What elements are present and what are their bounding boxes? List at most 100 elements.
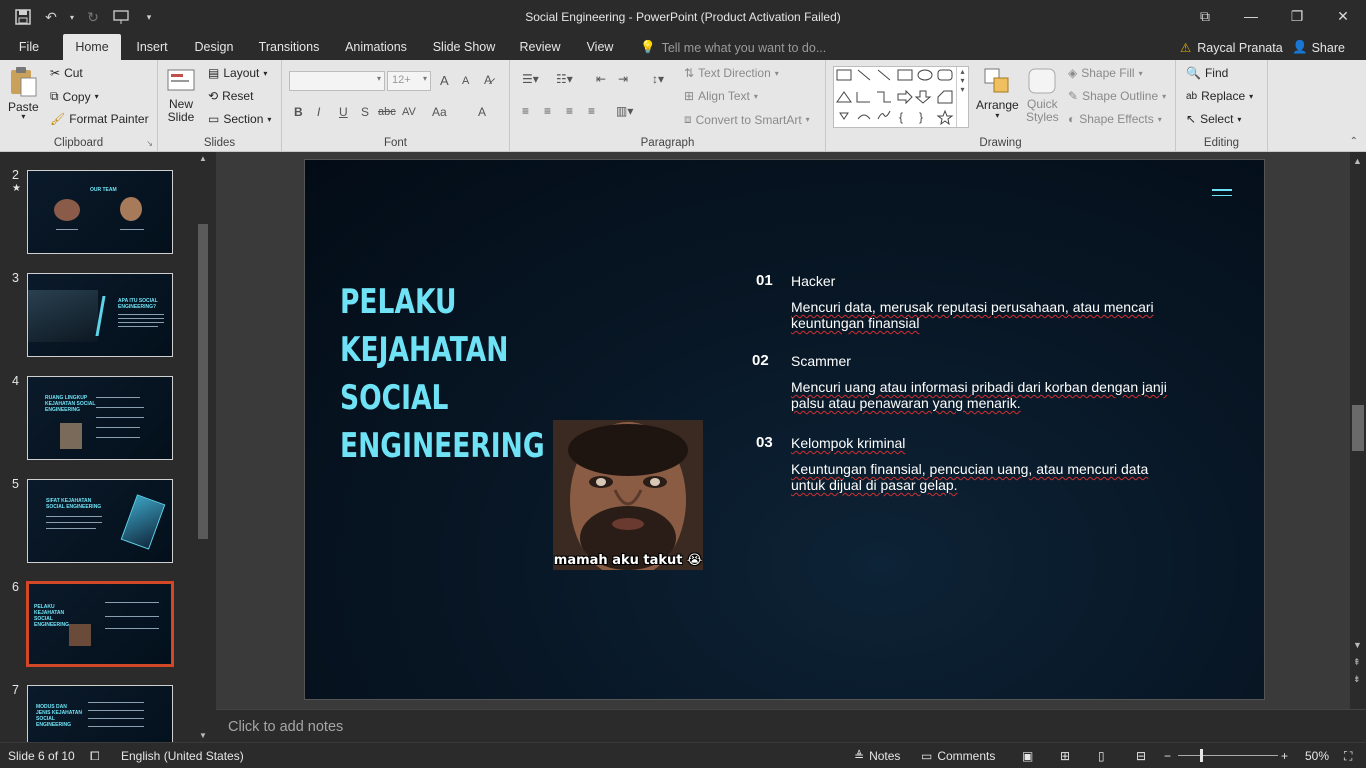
notes-pane[interactable]: Click to add notes: [216, 709, 1366, 742]
slide-thumbnail-5[interactable]: SIFAT KEJAHATAN SOCIAL ENGINEERING: [27, 479, 173, 563]
next-slide-icon[interactable]: ⇟: [1353, 674, 1361, 685]
zoom-slider[interactable]: [1178, 755, 1278, 756]
columns-icon[interactable]: ▥▾: [616, 104, 633, 118]
tell-me-box[interactable]: 💡 Tell me what you want to do...: [640, 40, 826, 55]
scroll-up-icon[interactable]: ▲: [199, 154, 207, 163]
numbering-icon[interactable]: ☷▾: [556, 72, 573, 86]
collapse-ribbon-icon[interactable]: ⌃: [1350, 136, 1358, 147]
scroll-up-icon[interactable]: ▲: [1353, 156, 1362, 166]
ribbon-display-options-icon[interactable]: ⧉: [1182, 0, 1228, 32]
item-description[interactable]: Mencuri uang atau informasi pribadi dari…: [791, 379, 1181, 411]
font-color-button[interactable]: A: [478, 105, 486, 119]
previous-slide-icon[interactable]: ⇞: [1353, 657, 1361, 668]
thumbnails-scrollbar[interactable]: ▲ ▼: [197, 152, 209, 742]
find-button[interactable]: 🔍 Find: [1186, 66, 1228, 80]
shapes-gallery[interactable]: {} ▴ ▾ ▾: [833, 66, 969, 128]
shapes-more-icon[interactable]: ▴ ▾ ▾: [956, 67, 968, 127]
slide-scrollbar[interactable]: ▲ ▼ ⇞ ⇟: [1350, 152, 1366, 709]
format-painter-button[interactable]: 🖌 Format Painter: [50, 112, 149, 126]
tab-view[interactable]: View: [582, 34, 618, 60]
select-button[interactable]: ↖ Select ▾: [1186, 112, 1241, 126]
slide-thumbnail-2[interactable]: OUR TEAM: [27, 170, 173, 254]
character-spacing-button[interactable]: AV: [402, 106, 416, 118]
bullets-icon[interactable]: ☰▾: [522, 72, 539, 86]
grow-font-button[interactable]: A: [440, 73, 449, 88]
increase-indent-icon[interactable]: ⇥: [618, 72, 628, 86]
underline-button[interactable]: U: [339, 105, 348, 119]
reset-button[interactable]: ⟲ Reset: [208, 89, 253, 103]
strikethrough-button[interactable]: abc: [378, 106, 396, 118]
text-shadow-button[interactable]: S: [361, 105, 369, 119]
item-description[interactable]: Mencuri data, merusak reputasi perusahaa…: [791, 299, 1181, 331]
convert-smartart-button[interactable]: ⧈ Convert to SmartArt ▾: [684, 112, 810, 127]
decrease-indent-icon[interactable]: ⇤: [596, 72, 606, 86]
tab-transitions[interactable]: Transitions: [256, 34, 322, 60]
share-button[interactable]: 👤 Share: [1292, 40, 1345, 55]
new-slide-button[interactable]: New Slide: [166, 66, 196, 124]
zoom-level[interactable]: 50%: [1305, 749, 1329, 763]
item-title[interactable]: Hacker: [791, 273, 835, 289]
item-description[interactable]: Keuntungan finansial, pencucian uang, at…: [791, 461, 1181, 493]
slide-sorter-icon[interactable]: ⊞: [1060, 749, 1070, 763]
zoom-out-icon[interactable]: −: [1164, 749, 1171, 763]
cut-button[interactable]: ✂ Cut: [50, 66, 83, 80]
current-slide[interactable]: PELAKU KEJAHATAN SOCIAL ENGINEERING 01 H…: [304, 159, 1265, 700]
slide-thumbnail-4[interactable]: RUANG LINGKUP KEJAHATAN SOCIAL ENGINEERI…: [27, 376, 173, 460]
slide-thumbnail-7[interactable]: MODUS DAN JENIS KEJAHATAN SOCIAL ENGINEE…: [27, 685, 173, 742]
zoom-slider-thumb[interactable]: [1200, 749, 1203, 762]
normal-view-icon[interactable]: ▣: [1022, 749, 1033, 763]
tab-home[interactable]: Home: [63, 34, 121, 60]
clear-formatting-icon[interactable]: A̷: [484, 73, 492, 87]
shrink-font-button[interactable]: A: [462, 75, 469, 87]
restore-button[interactable]: ❐: [1274, 0, 1320, 32]
tab-animations[interactable]: Animations: [340, 34, 412, 60]
slide-show-icon[interactable]: ⊟: [1136, 749, 1146, 763]
close-button[interactable]: ✕: [1320, 0, 1366, 32]
minimize-button[interactable]: —: [1228, 0, 1274, 32]
text-direction-button[interactable]: ⇅ Text Direction ▾: [684, 66, 779, 80]
account-area[interactable]: ⚠ Raycal Pranata: [1180, 40, 1283, 56]
dialog-launcher-icon[interactable]: ↘: [146, 139, 153, 148]
notes-button[interactable]: ≜ Notes: [854, 749, 900, 763]
scrollbar-thumb[interactable]: [198, 224, 208, 539]
shape-effects-button[interactable]: ◐ Shape Effects ▾: [1068, 112, 1162, 126]
item-title[interactable]: Kelompok kriminal: [791, 435, 905, 451]
comments-button[interactable]: ▭ Comments: [921, 749, 995, 763]
scroll-down-icon[interactable]: ▼: [1353, 640, 1362, 650]
meme-photo[interactable]: mamah aku takut 😭: [553, 420, 703, 570]
bold-button[interactable]: B: [294, 105, 303, 119]
spell-check-icon[interactable]: ⧠: [90, 749, 100, 764]
align-text-button[interactable]: ⊞ Align Text ▾: [684, 89, 758, 103]
tab-insert[interactable]: Insert: [130, 34, 174, 60]
copy-button[interactable]: ⧉ Copy ▾: [50, 89, 99, 104]
justify-icon[interactable]: ≡: [588, 104, 595, 118]
tab-slide-show[interactable]: Slide Show: [430, 34, 498, 60]
align-left-icon[interactable]: ≡: [522, 104, 529, 118]
fit-to-window-icon[interactable]: ⛶: [1344, 749, 1352, 764]
zoom-in-icon[interactable]: +: [1281, 749, 1288, 763]
font-size-combo[interactable]: 12+ ▾: [387, 71, 431, 91]
tab-file[interactable]: File: [10, 34, 48, 60]
shape-fill-button[interactable]: ◈ Shape Fill ▾: [1068, 66, 1143, 80]
paste-dropdown-icon[interactable]: ▾: [21, 112, 25, 121]
language-indicator[interactable]: English (United States): [121, 749, 244, 763]
tab-review[interactable]: Review: [516, 34, 564, 60]
align-center-icon[interactable]: ≡: [544, 104, 551, 118]
arrange-button[interactable]: Arrange ▾: [976, 66, 1019, 120]
slide-thumbnail-6[interactable]: PELAKU KEJAHATAN SOCIAL ENGINEERING: [26, 581, 174, 667]
copy-dropdown-icon[interactable]: ▾: [95, 92, 99, 101]
item-title[interactable]: Scammer: [791, 353, 851, 369]
slide-thumbnail-3[interactable]: APA ITU SOCIAL ENGINEERING?: [27, 273, 173, 357]
change-case-button[interactable]: Aa: [432, 105, 447, 119]
align-right-icon[interactable]: ≡: [566, 104, 573, 118]
font-family-combo[interactable]: ▾: [289, 71, 385, 91]
reading-view-icon[interactable]: ▯: [1098, 749, 1105, 763]
section-button[interactable]: ▭ Section ▾: [208, 112, 271, 126]
paste-button[interactable]: Paste ▾: [8, 66, 39, 121]
line-spacing-icon[interactable]: ↕▾: [652, 72, 664, 86]
scroll-down-icon[interactable]: ▼: [199, 731, 207, 740]
italic-button[interactable]: I: [317, 105, 320, 119]
scrollbar-thumb[interactable]: [1352, 405, 1364, 451]
shape-outline-button[interactable]: ✎ Shape Outline ▾: [1068, 89, 1166, 103]
quick-styles-button[interactable]: Quick Styles: [1026, 66, 1059, 124]
